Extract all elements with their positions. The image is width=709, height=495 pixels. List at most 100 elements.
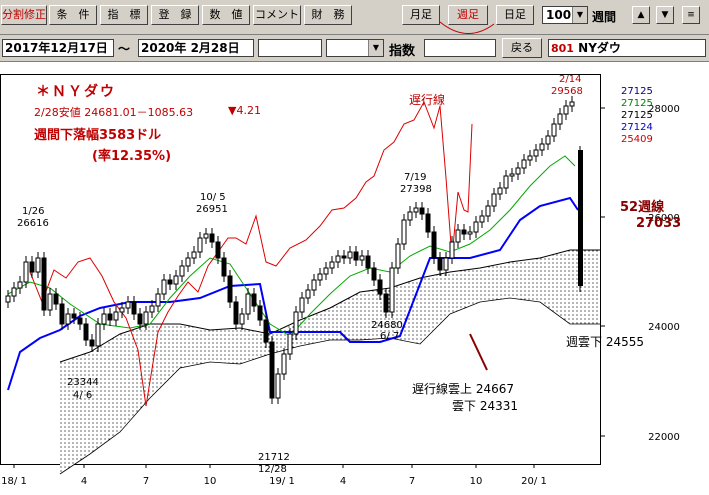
candle-body (5, 295, 11, 303)
candle-body (497, 187, 503, 195)
conditions-button[interactable]: 条 件 (49, 5, 97, 25)
ma52-label: 52週線 (620, 200, 665, 215)
candle-body (245, 293, 251, 315)
candle-body (431, 231, 437, 259)
x-tick-label: 18/ 1 (1, 476, 27, 487)
candle-body (23, 261, 29, 283)
candle-body (167, 279, 173, 285)
candle-body (311, 279, 317, 291)
label-1-26-value: 26616 (17, 218, 49, 229)
y-tick-label: 24000 (648, 322, 680, 333)
candle-body (413, 207, 419, 213)
label-4-6-date: 4/ 6 (73, 390, 93, 401)
candle-body (101, 313, 107, 325)
candle-body (419, 207, 425, 215)
candle-body (125, 301, 131, 309)
info-change: ▼4.21 (228, 104, 261, 117)
menu-icon[interactable]: ≡ (682, 6, 700, 24)
candle-body (461, 229, 467, 235)
candle-body (449, 241, 455, 259)
label-12-28-value: 21712 (258, 452, 290, 463)
blank-field[interactable] (258, 39, 322, 57)
index-input[interactable] (424, 39, 496, 57)
toolbar: 分割修正 条 件 指 標 登 録 数 値 コメント 財 務 月足 週足 日足 1… (0, 0, 709, 35)
candle-body (53, 293, 59, 305)
candle-body (95, 323, 101, 347)
candle-body (149, 305, 155, 313)
candle-body (455, 229, 461, 243)
legend-value-4: 27124 (621, 122, 653, 133)
candle-body (569, 101, 575, 107)
values-button[interactable]: 数 値 (202, 5, 250, 25)
chart-title: ＊ＮＹダウ (36, 84, 116, 100)
label-7-19-value: 27398 (400, 184, 432, 195)
candle-body (209, 233, 215, 243)
candle-body (305, 289, 311, 299)
candle-body (179, 265, 185, 277)
candle-body (473, 221, 479, 233)
candle-body (11, 287, 17, 297)
symbol-code: 801 (551, 42, 574, 55)
weekly-drop: 週間下落幅3583ドル (34, 128, 162, 143)
candle-body (215, 241, 221, 259)
end-date-field[interactable]: 2020年 2月28日 (138, 39, 254, 57)
back-button[interactable]: 戻る (502, 38, 542, 58)
candle-body (293, 311, 299, 335)
candle-body (17, 281, 23, 289)
candle-body (329, 261, 335, 269)
dropdown-arrow-icon[interactable]: ▼ (368, 40, 383, 56)
period-label: 週間 (592, 10, 617, 24)
comment-button[interactable]: コメント (253, 5, 301, 25)
symbol-field[interactable]: 801 NYダウ (548, 39, 706, 57)
candle-body (347, 251, 353, 259)
indicators-button[interactable]: 指 標 (100, 5, 148, 25)
candle-body (143, 311, 149, 325)
down-arrow-icon[interactable]: ▼ (656, 6, 674, 24)
candle-body (578, 150, 583, 286)
candle-body (353, 251, 359, 261)
candle-body (77, 317, 83, 325)
x-tick-label: 20/ 1 (521, 476, 547, 487)
candle-body (35, 257, 41, 273)
candle-body (551, 123, 557, 137)
candle-body (371, 267, 377, 281)
split-adjust-button[interactable]: 分割修正 (1, 5, 47, 25)
info-line: 2/28安値 24681.01－1085.63 (34, 106, 194, 119)
candle-body (59, 303, 65, 325)
monthly-button[interactable]: 月足 (402, 5, 440, 25)
candle-body (485, 205, 491, 217)
dropdown-arrow-icon[interactable]: ▼ (572, 7, 587, 23)
candle-body (29, 261, 35, 273)
candle-body (263, 319, 269, 343)
daily-button[interactable]: 日足 (496, 5, 534, 25)
register-button[interactable]: 登 録 (151, 5, 199, 25)
date-separator: ～ (118, 42, 131, 56)
candle-body (335, 255, 341, 263)
count-select[interactable]: 100 ▼ (542, 6, 588, 24)
x-tick-label: 19/ 1 (269, 476, 295, 487)
candle-body (563, 105, 569, 115)
candle-body (425, 213, 431, 233)
count-select-value: 100 (546, 8, 572, 22)
candle-body (479, 215, 485, 223)
candle-body (545, 135, 551, 145)
candle-body (107, 313, 113, 321)
label-6-7-value: 24680 (371, 320, 403, 331)
candle-body (323, 267, 329, 275)
start-date-field[interactable]: 2017年12月17日 (2, 39, 114, 57)
candle-body (173, 275, 179, 285)
ma52-value: 27033 (636, 216, 682, 231)
candle-body (119, 307, 125, 313)
label-10-5-value: 26951 (196, 204, 228, 215)
cloud-under-label: 週雲下 24555 (566, 335, 644, 349)
up-arrow-icon[interactable]: ▲ (632, 6, 650, 24)
x-tick-label: 4 (81, 476, 87, 487)
candle-body (287, 333, 293, 355)
x-tick-label: 7 (409, 476, 415, 487)
candle-body (89, 339, 95, 347)
financial-button[interactable]: 財 務 (304, 5, 352, 25)
index-select[interactable]: ▼ (326, 39, 384, 57)
candle-body (185, 257, 191, 267)
selection-arc (439, 21, 495, 34)
candle-body (299, 297, 305, 313)
